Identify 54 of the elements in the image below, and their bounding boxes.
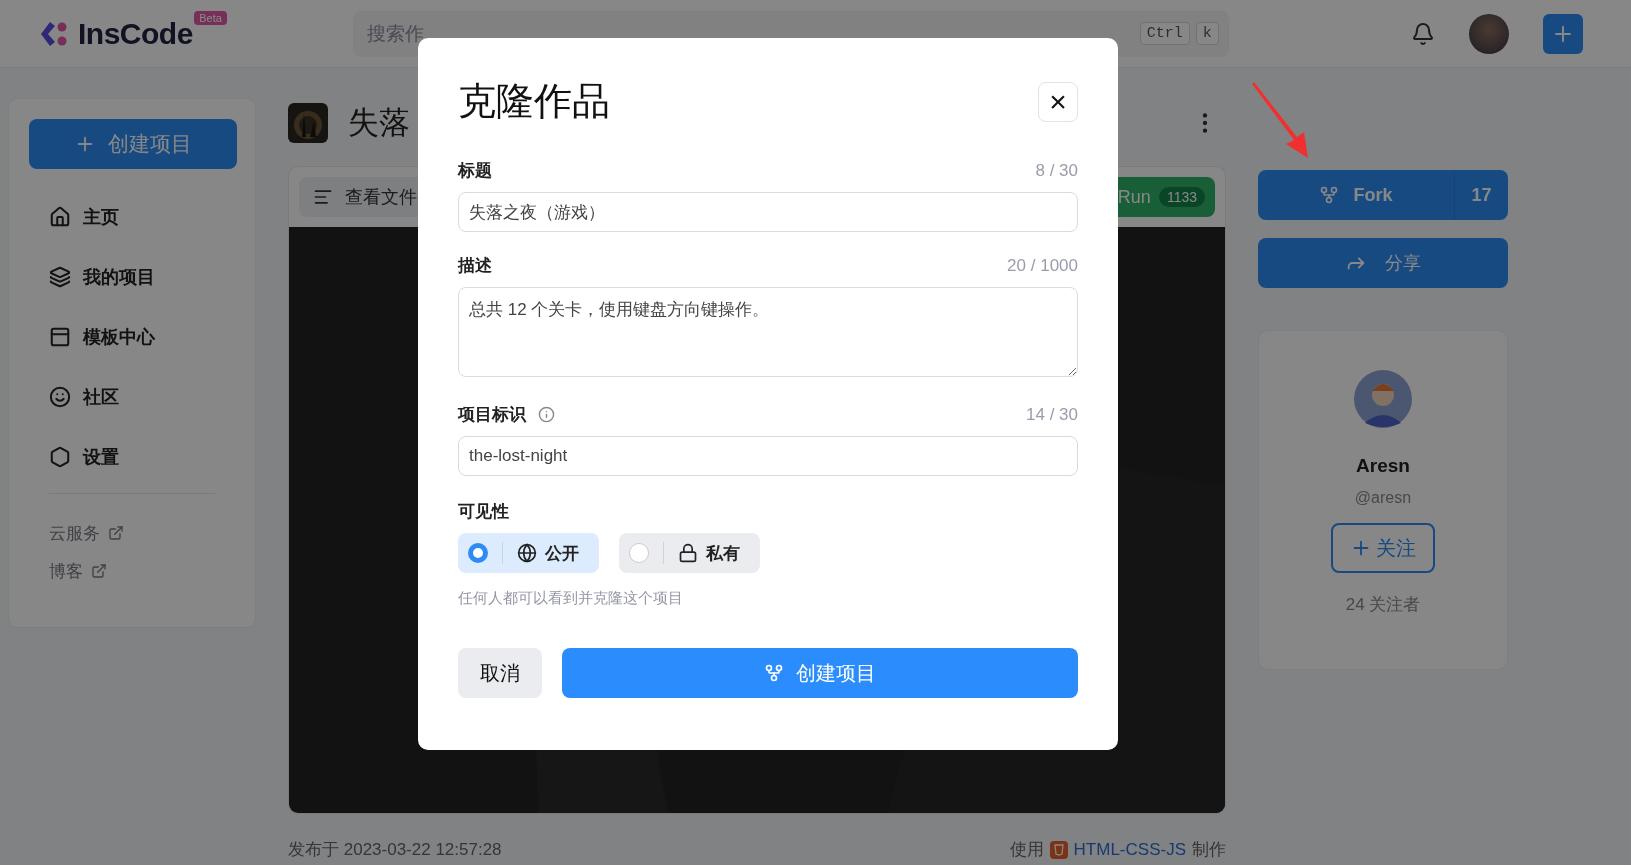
char-counter: 14 / 30 bbox=[1026, 404, 1078, 425]
fork-icon bbox=[1319, 185, 1340, 205]
sidebar-item[interactable]: 我的项目 bbox=[49, 253, 235, 301]
author-avatar bbox=[1353, 369, 1413, 429]
visibility-hint: 任何人都可以看到并克隆这个项目 bbox=[458, 589, 684, 608]
sidebar-item[interactable]: 模板中心 bbox=[49, 313, 235, 361]
publish-date: 发布于 2023-03-22 12:57:28 bbox=[288, 839, 502, 861]
html5-icon bbox=[1049, 840, 1068, 859]
logo-text: InsCode bbox=[78, 16, 193, 51]
user-avatar[interactable] bbox=[1469, 13, 1509, 54]
list-icon bbox=[313, 187, 333, 207]
field-label: 项目标识 bbox=[458, 404, 526, 426]
follower-count: 24 关注者 bbox=[1345, 594, 1421, 616]
smile-icon bbox=[49, 386, 71, 408]
add-button[interactable] bbox=[1543, 13, 1583, 54]
field-label: 标题 bbox=[458, 160, 492, 182]
field-label: 可见性 bbox=[458, 501, 510, 523]
hexagon-icon bbox=[49, 446, 71, 468]
sidebar-item[interactable]: 设置 bbox=[49, 433, 235, 481]
sidebar-item[interactable]: 主页 bbox=[49, 193, 235, 241]
lock-icon bbox=[678, 543, 698, 563]
char-counter: 8 / 30 bbox=[1035, 160, 1078, 181]
visibility-option[interactable]: 私有 bbox=[619, 533, 760, 573]
input-field[interactable]: 失落之夜（游戏） bbox=[458, 192, 1078, 232]
char-counter: 20 / 1000 bbox=[1007, 255, 1078, 276]
author-handle: @aresn bbox=[1354, 489, 1412, 507]
external-link-icon bbox=[108, 525, 124, 541]
cancel-button[interactable]: 取消 bbox=[458, 648, 542, 698]
layers-icon bbox=[49, 266, 71, 288]
external-link-icon bbox=[91, 563, 107, 579]
sidebar-link[interactable]: 博客 bbox=[29, 552, 235, 590]
close-button[interactable]: × bbox=[1038, 81, 1078, 122]
create-project-button[interactable]: 创建项目 bbox=[562, 648, 1078, 698]
sidebar-link[interactable]: 云服务 bbox=[29, 514, 235, 552]
field-label: 描述 bbox=[458, 255, 492, 277]
input-field[interactable]: the-lost-night bbox=[458, 436, 1078, 476]
globe-icon bbox=[517, 543, 537, 563]
visibility-option[interactable]: 公开 bbox=[458, 533, 599, 573]
made-with-suffix: 制作 bbox=[1192, 839, 1226, 861]
sidebar-item[interactable]: 社区 bbox=[49, 373, 235, 421]
description-field[interactable]: 总共 12 个关卡，使用键盘方向键操作。 bbox=[458, 287, 1078, 377]
project-title: 失落 bbox=[348, 103, 410, 142]
made-with-prefix: 使用 bbox=[1009, 839, 1044, 861]
run-count: 1133 bbox=[1158, 187, 1205, 207]
author-name: Aresn bbox=[1356, 455, 1410, 477]
fork-icon bbox=[764, 663, 784, 683]
info-icon[interactable] bbox=[538, 406, 555, 423]
beta-badge: Beta bbox=[194, 10, 227, 25]
notification-icon[interactable] bbox=[1411, 21, 1435, 46]
tech-link[interactable]: HTML-CSS-JS bbox=[1073, 839, 1186, 860]
dialog-title: 克隆作品 bbox=[458, 78, 610, 125]
window-icon bbox=[49, 326, 71, 348]
fork-count: 17 bbox=[1454, 170, 1508, 220]
home-icon bbox=[49, 206, 71, 228]
